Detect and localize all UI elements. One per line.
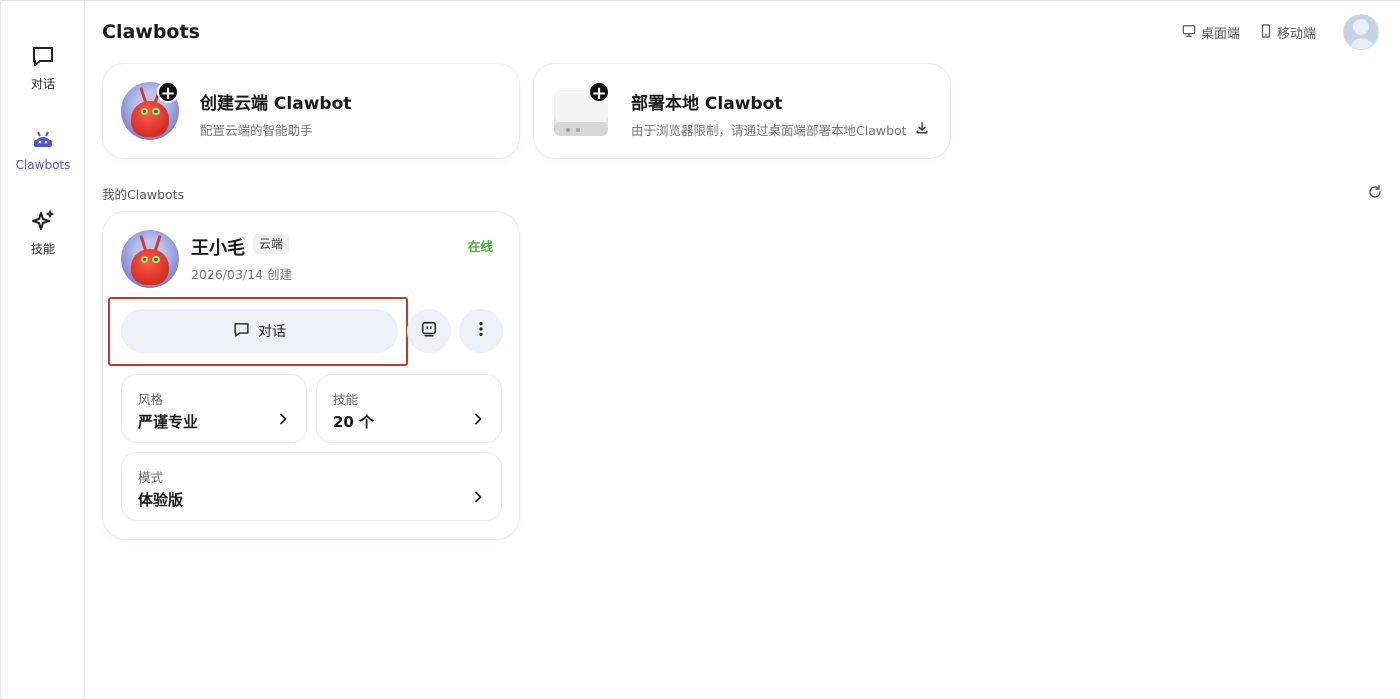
skills-value: 20 个 <box>333 413 375 431</box>
bot-console-button[interactable] <box>407 309 451 353</box>
mobile-app-link[interactable]: 移动端 <box>1260 23 1316 42</box>
chevron-right-icon <box>471 411 485 425</box>
android-bot-icon <box>30 126 56 152</box>
bot-card: 王小毛 云端 2026/03/14 创建 在线 对话 风格 严谨专业 技能 20… <box>102 211 520 540</box>
create-cloud-bot-card[interactable]: + 创建云端 Clawbot 配置云端的智能助手 <box>102 63 520 159</box>
more-options-button[interactable] <box>459 309 503 353</box>
skills-tile[interactable]: 技能 20 个 <box>316 374 502 443</box>
phone-icon <box>1260 23 1272 42</box>
sidebar-item-chat[interactable]: 对话 <box>1 43 85 92</box>
style-value: 严谨专业 <box>138 413 199 431</box>
sidebar-item-skills[interactable]: 技能 <box>1 208 85 257</box>
monitor-icon <box>1182 24 1196 42</box>
sidebar-item-label: 对话 <box>30 77 55 91</box>
sidebar-item-label: 技能 <box>30 242 55 256</box>
deploy-local-bot-card[interactable]: + 部署本地 Clawbot 由于浏览器限制，请通过桌面端部署本地Clawbot <box>533 63 951 159</box>
plus-icon: + <box>588 81 610 104</box>
bot-type-badge: 云端 <box>253 234 290 254</box>
chat-button-label: 对话 <box>258 324 286 340</box>
desktop-app-link[interactable]: 桌面端 <box>1182 23 1240 42</box>
user-avatar[interactable] <box>1343 14 1379 50</box>
sidebar: 对话 Clawbots 技能 <box>1 1 85 699</box>
sidebar-item-clawbots[interactable]: Clawbots <box>1 126 85 172</box>
deploy-local-title: 部署本地 Clawbot <box>631 94 783 114</box>
refresh-icon[interactable] <box>1367 184 1383 200</box>
my-bots-section-label: 我的Clawbots <box>102 187 185 202</box>
style-label: 风格 <box>138 392 164 407</box>
more-vertical-icon <box>472 320 490 342</box>
chevron-right-icon <box>471 489 485 503</box>
lobster-avatar-icon <box>121 230 179 288</box>
mobile-label: 移动端 <box>1277 27 1317 42</box>
style-tile[interactable]: 风格 严谨专业 <box>121 374 307 443</box>
status-badge: 在线 <box>467 239 493 254</box>
mode-label: 模式 <box>138 470 164 485</box>
page-title: Clawbots <box>102 21 200 43</box>
deploy-local-subtitle: 由于浏览器限制，请通过桌面端部署本地Clawbot <box>631 123 907 138</box>
mode-tile[interactable]: 模式 体验版 <box>121 452 502 521</box>
desktop-label: 桌面端 <box>1201 27 1241 42</box>
chevron-right-icon <box>276 411 290 425</box>
plus-icon: + <box>157 81 179 104</box>
create-cloud-subtitle: 配置云端的智能助手 <box>200 123 313 138</box>
bot-created-date: 2026/03/14 创建 <box>191 267 293 282</box>
chat-button[interactable]: 对话 <box>121 309 398 353</box>
chat-icon <box>233 321 250 342</box>
create-cloud-title: 创建云端 Clawbot <box>200 94 352 114</box>
chat-icon <box>30 43 56 69</box>
mode-value: 体验版 <box>138 491 184 509</box>
sparkle-icon <box>30 208 56 234</box>
bot-face-icon <box>420 320 438 342</box>
download-icon[interactable] <box>915 121 929 138</box>
app-window: 对话 Clawbots 技能 Clawbots 桌面端 移动端 + 创建云端 C… <box>0 0 1400 699</box>
sidebar-item-label: Clawbots <box>15 158 71 172</box>
skills-label: 技能 <box>333 392 359 407</box>
bot-name: 王小毛 <box>191 238 245 259</box>
